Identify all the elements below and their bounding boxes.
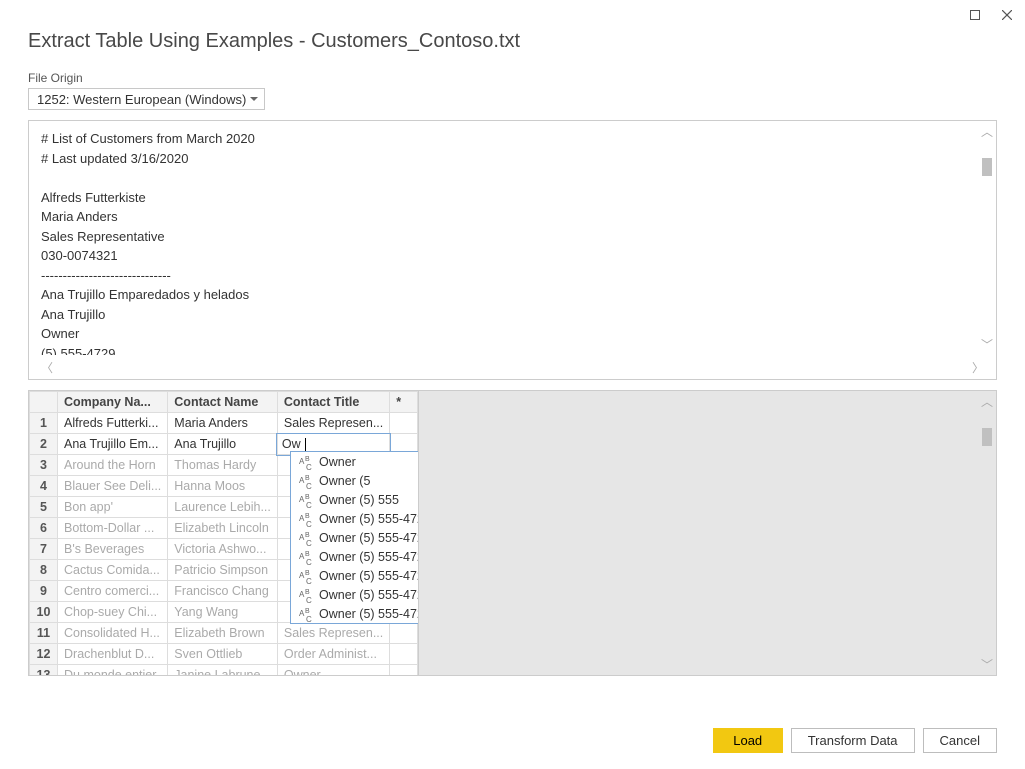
suggestion-item[interactable]: BOwner (5) 555-4729 --------------------…: [291, 547, 418, 566]
maximize-icon[interactable]: [963, 5, 987, 25]
suggestion-text: Owner (5) 555-4729 ---------------------…: [319, 569, 418, 583]
cell-extra[interactable]: [390, 413, 418, 434]
scroll-right-icon[interactable]: 〉: [972, 359, 984, 376]
scroll-down-icon[interactable]: ﹀: [981, 336, 993, 353]
file-preview-text: # List of Customers from March 2020 # La…: [29, 121, 996, 355]
page-title: Extract Table Using Examples - Customers…: [28, 30, 997, 53]
row-number: 9: [30, 581, 58, 602]
cell-company[interactable]: Ana Trujillo Em...: [58, 434, 168, 455]
cell-company[interactable]: Bon app': [58, 497, 168, 518]
scrollbar-thumb[interactable]: [982, 158, 992, 176]
row-number: 11: [30, 623, 58, 644]
example-table: Company Na... Contact Name Contact Title…: [28, 390, 997, 676]
file-preview-pane: # List of Customers from March 2020 # La…: [28, 120, 997, 380]
cell-extra[interactable]: [390, 644, 418, 665]
row-number: 6: [30, 518, 58, 539]
column-header-contact-name[interactable]: Contact Name: [168, 392, 278, 413]
cell-extra[interactable]: [390, 623, 418, 644]
suggestion-text: Owner (5) 555-4729 ---------------------…: [319, 550, 418, 564]
suggestion-text: Owner: [319, 455, 356, 469]
autocomplete-suggestions[interactable]: BOwnerBOwner (5BOwner (5) 555BOwner (5) …: [290, 451, 418, 624]
grid-empty-area: ︿ ﹀: [418, 391, 996, 675]
row-number: 1: [30, 413, 58, 434]
cancel-button[interactable]: Cancel: [923, 728, 997, 753]
cell-contact-name[interactable]: Elizabeth Lincoln: [168, 518, 278, 539]
cell-contact-title[interactable]: Order Administ...: [277, 644, 389, 665]
table-row[interactable]: 1Alfreds Futterki...Maria AndersSales Re…: [30, 413, 418, 434]
table-row[interactable]: 12Drachenblut D...Sven OttliebOrder Admi…: [30, 644, 418, 665]
file-origin-dropdown[interactable]: 1252: Western European (Windows): [28, 88, 265, 110]
load-button[interactable]: Load: [713, 728, 783, 753]
preview-h-scrollbar[interactable]: 〈 〉: [29, 355, 996, 379]
table-row[interactable]: 11Consolidated H...Elizabeth BrownSales …: [30, 623, 418, 644]
cell-contact-name[interactable]: Yang Wang: [168, 602, 278, 623]
cell-contact-title[interactable]: Sales Represen...: [277, 623, 389, 644]
table-row[interactable]: 13Du monde entierJanine LabruneOwner: [30, 665, 418, 676]
cell-contact-title[interactable]: Owner: [277, 665, 389, 676]
suggestion-item[interactable]: BOwner (5: [291, 471, 418, 490]
cell-contact-name[interactable]: Maria Anders: [168, 413, 278, 434]
cell-company[interactable]: Chop-suey Chi...: [58, 602, 168, 623]
scrollbar-thumb[interactable]: [982, 428, 992, 446]
row-number: 4: [30, 476, 58, 497]
cell-contact-name[interactable]: Janine Labrune: [168, 665, 278, 676]
suggestion-text: Owner (5) 555-4729: [319, 512, 418, 526]
scroll-left-icon[interactable]: 〈: [41, 359, 53, 376]
suggestion-item[interactable]: BOwner (5) 555-4729 --------------------…: [291, 566, 418, 585]
cell-contact-name[interactable]: Thomas Hardy: [168, 455, 278, 476]
file-origin-label: File Origin: [28, 71, 997, 85]
suggestion-text: Owner (5) 555-4729 ---------------------…: [319, 531, 418, 545]
cell-company[interactable]: Around the Horn: [58, 455, 168, 476]
cell-contact-name[interactable]: Hanna Moos: [168, 476, 278, 497]
scroll-down-icon[interactable]: ﹀: [981, 656, 993, 673]
suggestion-text: Owner (5: [319, 474, 370, 488]
scroll-up-icon[interactable]: ︿: [981, 123, 993, 140]
grid-v-scrollbar[interactable]: ︿ ﹀: [980, 393, 994, 673]
cell-contact-name[interactable]: Sven Ottlieb: [168, 644, 278, 665]
file-origin-value: 1252: Western European (Windows): [37, 92, 246, 107]
preview-v-scrollbar[interactable]: ︿ ﹀: [980, 123, 994, 353]
cell-contact-name[interactable]: Patricio Simpson: [168, 560, 278, 581]
cell-company[interactable]: Consolidated H...: [58, 623, 168, 644]
suggestion-item[interactable]: BOwner: [291, 452, 418, 471]
row-number: 3: [30, 455, 58, 476]
cell-contact-name[interactable]: Ana Trujillo: [168, 434, 278, 455]
cell-company[interactable]: Alfreds Futterki...: [58, 413, 168, 434]
suggestion-text: Owner (5) 555-4729 ---------------------…: [319, 607, 418, 621]
suggestion-text: Owner (5) 555: [319, 493, 399, 507]
suggestion-item[interactable]: BOwner (5) 555-4729 --------------------…: [291, 585, 418, 604]
cell-company[interactable]: Bottom-Dollar ...: [58, 518, 168, 539]
transform-data-button[interactable]: Transform Data: [791, 728, 915, 753]
row-number: 2: [30, 434, 58, 455]
close-icon[interactable]: [995, 5, 1019, 25]
suggestion-item[interactable]: BOwner (5) 555-4729 --------------------…: [291, 604, 418, 623]
cell-company[interactable]: Du monde entier: [58, 665, 168, 676]
rownum-header: [30, 392, 58, 413]
cell-contact-name[interactable]: Laurence Lebih...: [168, 497, 278, 518]
suggestion-item[interactable]: BOwner (5) 555: [291, 490, 418, 509]
cell-contact-name[interactable]: Francisco Chang: [168, 581, 278, 602]
cell-contact-name[interactable]: Victoria Ashwo...: [168, 539, 278, 560]
row-number: 8: [30, 560, 58, 581]
scroll-up-icon[interactable]: ︿: [981, 393, 993, 410]
cell-extra[interactable]: [390, 665, 418, 676]
row-number: 10: [30, 602, 58, 623]
cell-company[interactable]: Centro comerci...: [58, 581, 168, 602]
row-number: 13: [30, 665, 58, 676]
cell-contact-name[interactable]: Elizabeth Brown: [168, 623, 278, 644]
column-header-add[interactable]: *: [390, 392, 418, 413]
column-header-contact-title[interactable]: Contact Title: [277, 392, 389, 413]
suggestion-text: Owner (5) 555-4729 ---------------------…: [319, 588, 418, 602]
row-number: 7: [30, 539, 58, 560]
column-header-company[interactable]: Company Na...: [58, 392, 168, 413]
cell-contact-title[interactable]: Sales Represen...: [277, 413, 389, 434]
cell-company[interactable]: Drachenblut D...: [58, 644, 168, 665]
cell-company[interactable]: B's Beverages: [58, 539, 168, 560]
suggestion-item[interactable]: BOwner (5) 555-4729: [291, 509, 418, 528]
cell-company[interactable]: Blauer See Deli...: [58, 476, 168, 497]
suggestion-item[interactable]: BOwner (5) 555-4729 --------------------…: [291, 528, 418, 547]
row-number: 12: [30, 644, 58, 665]
cell-company[interactable]: Cactus Comida...: [58, 560, 168, 581]
row-number: 5: [30, 497, 58, 518]
